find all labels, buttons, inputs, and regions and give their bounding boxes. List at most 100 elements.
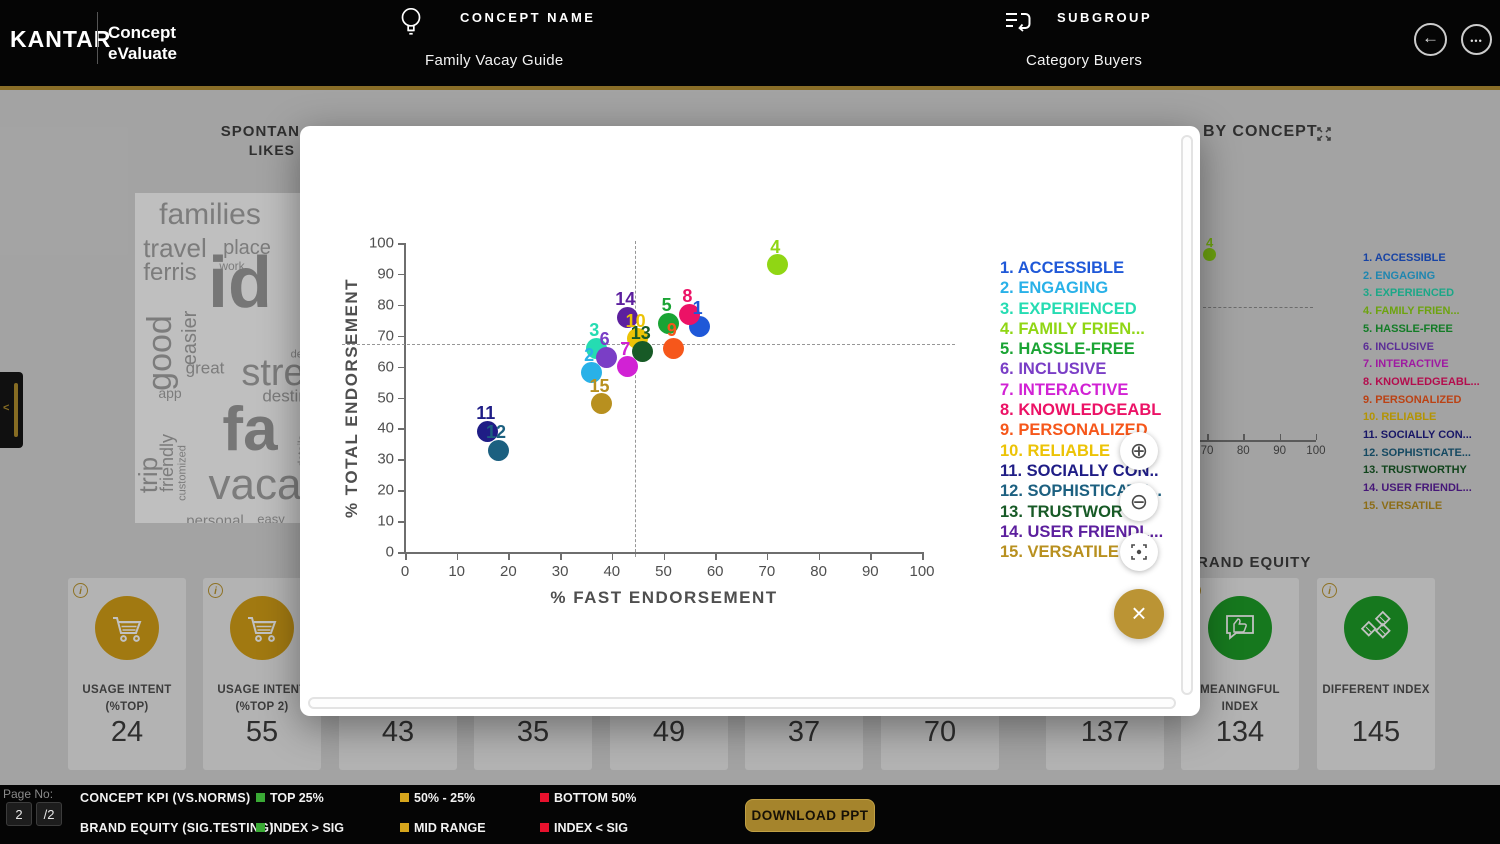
x-tick-label: 80 xyxy=(810,563,827,580)
footer: Page No: 2 /2 CONCEPT KPI (VS.NORMS)TOP … xyxy=(0,785,1500,844)
data-point-number: 4 xyxy=(770,238,780,256)
zoom-out-icon: ⊖ xyxy=(1130,489,1148,514)
x-tick-label: 20 xyxy=(500,563,517,580)
data-point-number: 7 xyxy=(620,340,630,358)
data-point-4[interactable] xyxy=(767,254,788,275)
x-tick xyxy=(922,554,924,560)
zoom-out-button[interactable]: ⊖ xyxy=(1120,483,1158,521)
y-tick-label: 80 xyxy=(362,296,394,313)
back-button[interactable]: ← xyxy=(1414,23,1447,56)
x-tick-label: 90 xyxy=(862,563,879,580)
y-tick-label: 50 xyxy=(362,389,394,406)
subgroup-label: SUBGROUP xyxy=(1057,10,1152,25)
legend-swatch-label: MID RANGE xyxy=(414,821,486,835)
data-point-number: 13 xyxy=(631,324,651,342)
data-point-13[interactable] xyxy=(632,341,653,362)
legend-item: 2. ENGAGING xyxy=(1000,278,1163,298)
page-current-box[interactable]: 2 xyxy=(6,802,32,826)
data-point-number: 5 xyxy=(662,296,672,314)
legend-item: 1. ACCESSIBLE xyxy=(1000,258,1163,278)
y-tick-label: 100 xyxy=(362,235,394,252)
y-tick xyxy=(398,552,404,554)
data-point-6[interactable] xyxy=(596,347,617,368)
concept-name-label: CONCEPT NAME xyxy=(460,10,595,25)
x-tick xyxy=(612,554,614,560)
data-point-number: 1 xyxy=(693,299,703,317)
legend-item: 3. EXPERIENCED xyxy=(1000,299,1163,319)
app-header: KANTAR Concept eValuate CONCEPT NAME Fam… xyxy=(0,0,1500,90)
data-point-number: 14 xyxy=(615,290,635,308)
data-point-9[interactable] xyxy=(663,338,684,359)
x-tick xyxy=(508,554,510,560)
x-tick-label: 100 xyxy=(909,563,934,580)
footer-legend: CONCEPT KPI (VS.NORMS)TOP 25%50% - 25%BO… xyxy=(80,791,700,843)
x-tick-label: 30 xyxy=(552,563,569,580)
x-tick xyxy=(560,554,562,560)
footer-legend-row: CONCEPT KPI (VS.NORMS)TOP 25%50% - 25%BO… xyxy=(80,791,700,807)
y-tick-label: 0 xyxy=(362,544,394,561)
zoom-in-button[interactable]: ⊕ xyxy=(1120,432,1158,470)
lightbulb-icon xyxy=(398,6,424,45)
reset-zoom-button[interactable] xyxy=(1120,533,1158,571)
y-tick-label: 90 xyxy=(362,265,394,282)
page-number-label: Page No: xyxy=(3,787,53,801)
data-point-15[interactable] xyxy=(591,393,612,414)
data-point-number: 12 xyxy=(486,423,506,441)
x-tick xyxy=(870,554,872,560)
legend-color-swatch xyxy=(540,823,549,832)
legend-item: 5. HASSLE-FREE xyxy=(1000,339,1163,359)
y-axis-label: % TOTAL ENDORSEMENT xyxy=(342,278,362,518)
data-point-number: 6 xyxy=(600,330,610,348)
y-tick-label: 10 xyxy=(362,513,394,530)
x-tick-label: 70 xyxy=(759,563,776,580)
y-tick xyxy=(398,459,404,461)
subgroup-value: Category Buyers xyxy=(1026,52,1142,69)
data-point-number: 3 xyxy=(589,321,599,339)
product-name: Concept eValuate xyxy=(108,22,177,64)
download-ppt-button[interactable]: DOWNLOAD PPT xyxy=(745,799,875,832)
y-tick-label: 40 xyxy=(362,420,394,437)
x-tick-label: 60 xyxy=(707,563,724,580)
y-tick-label: 20 xyxy=(362,482,394,499)
legend-color-swatch xyxy=(540,793,549,802)
more-options-button[interactable]: ••• xyxy=(1461,24,1492,55)
close-modal-button[interactable]: × xyxy=(1114,589,1164,639)
x-tick-label: 10 xyxy=(448,563,465,580)
x-tick xyxy=(405,554,407,560)
legend-swatch-label: INDEX > SIG xyxy=(270,821,344,835)
y-tick xyxy=(398,490,404,492)
legend-swatch-label: TOP 25% xyxy=(270,791,324,805)
back-arrow-icon: ← xyxy=(1416,28,1445,48)
legend-item: 4. FAMILY FRIEN... xyxy=(1000,319,1163,339)
x-tick xyxy=(767,554,769,560)
concept-name-value: Family Vacay Guide xyxy=(425,52,564,69)
data-point-number: 9 xyxy=(667,321,677,339)
y-tick xyxy=(398,428,404,430)
data-point-number: 2 xyxy=(584,346,594,364)
x-tick xyxy=(457,554,459,560)
logo-divider xyxy=(97,12,98,64)
footer-legend-title: BRAND EQUITY (SIG.TESTING) xyxy=(80,821,274,835)
legend-item: 7. INTERACTIVE xyxy=(1000,380,1163,400)
data-point-12[interactable] xyxy=(488,440,509,461)
footer-legend-row: BRAND EQUITY (SIG.TESTING)INDEX > SIG MID… xyxy=(80,821,700,837)
page-total-box: /2 xyxy=(36,802,62,826)
x-tick-label: 0 xyxy=(401,563,409,580)
y-tick xyxy=(398,274,404,276)
y-tick xyxy=(398,367,404,369)
x-tick-label: 50 xyxy=(655,563,672,580)
horizontal-scrollbar[interactable] xyxy=(308,697,1176,709)
y-tick xyxy=(398,336,404,338)
y-tick-label: 70 xyxy=(362,327,394,344)
legend-color-swatch xyxy=(256,823,265,832)
legend-color-swatch xyxy=(256,793,265,802)
legend-color-swatch xyxy=(400,793,409,802)
x-tick-label: 40 xyxy=(603,563,620,580)
y-tick-label: 30 xyxy=(362,451,394,468)
x-axis-label: % FAST ENDORSEMENT xyxy=(550,588,777,608)
x-tick xyxy=(715,554,717,560)
vertical-scrollbar[interactable] xyxy=(1181,135,1193,695)
data-point-number: 8 xyxy=(682,287,692,305)
legend-color-swatch xyxy=(400,823,409,832)
legend-swatch-label: BOTTOM 50% xyxy=(554,791,636,805)
